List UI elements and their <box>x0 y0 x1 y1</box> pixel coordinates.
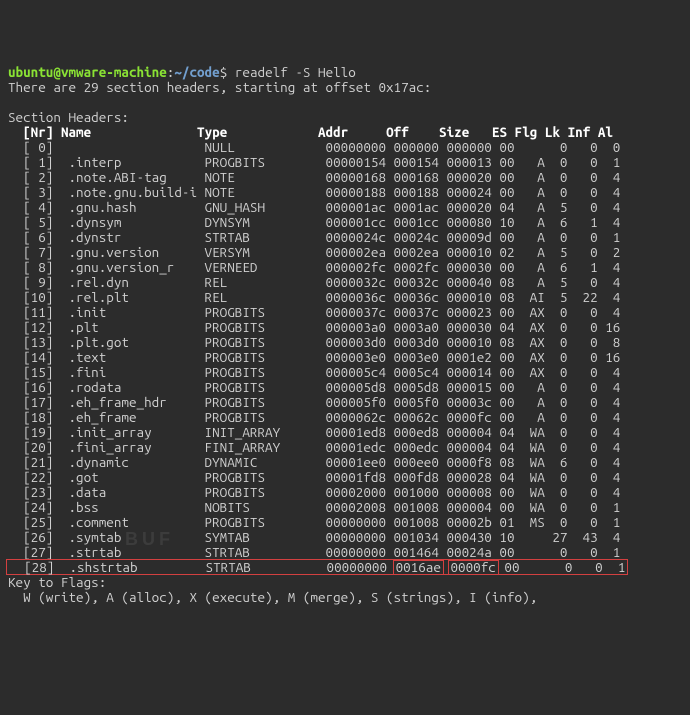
col-es: ES <box>492 124 507 140</box>
prompt-line: ubuntu@vmware-machine:~/code$ readelf -S… <box>8 64 356 80</box>
table-row: [ 7] .gnu.version VERSYM 000002ea 0002ea… <box>8 244 620 260</box>
col-flg: Flg <box>515 124 538 140</box>
col-size: Size <box>439 124 469 140</box>
table-row: [14] .text PROGBITS 000003e0 0003e0 0001… <box>8 349 620 365</box>
table-row: [ 5] .dynsym DYNSYM 000001cc 0001cc 0000… <box>8 214 620 230</box>
hl-size: 0000fc <box>448 560 499 575</box>
table-row: [ 4] .gnu.hash GNU_HASH 000001ac 0001ac … <box>8 199 620 215</box>
key-title: Key to Flags: <box>8 574 106 590</box>
terminal-output: ubuntu@vmware-machine:~/code$ readelf -S… <box>8 65 682 605</box>
table-row: [23] .data PROGBITS 00002000 001000 0000… <box>8 484 620 500</box>
table-row: [10] .rel.plt REL 0000036c 00036c 000010… <box>8 289 620 305</box>
key-line: W (write), A (alloc), X (execute), M (me… <box>8 589 537 605</box>
col-inf: Inf <box>568 124 591 140</box>
table-row: [16] .rodata PROGBITS 000005d8 0005d8 00… <box>8 379 620 395</box>
col-addr: Addr <box>318 124 348 140</box>
table-row: [11] .init PROGBITS 0000037c 00037c 0000… <box>8 304 620 320</box>
table-row: [13] .plt.got PROGBITS 000003d0 0003d0 0… <box>8 334 620 350</box>
section-rows: [ 0] NULL 00000000 000000 000000 00 0 0 … <box>8 139 626 575</box>
table-row: [19] .init_array INIT_ARRAY 00001ed8 000… <box>8 424 620 440</box>
col-off: Off <box>386 124 409 140</box>
prompt-host: vmware-machine <box>61 64 167 80</box>
summary-line: There are 29 section headers, starting a… <box>8 79 431 95</box>
hl-offset: 0016ae <box>393 560 444 575</box>
section-headers-title: Section Headers: <box>8 109 129 125</box>
col-lk: Lk <box>545 124 560 140</box>
col-al: Al <box>598 124 613 140</box>
col-name: Name <box>61 124 91 140</box>
prompt-at: @ <box>53 64 61 80</box>
table-row: [ 3] .note.gnu.build-i NOTE 00000188 000… <box>8 184 620 200</box>
col-nr: [Nr] <box>23 124 53 140</box>
table-row: [26] .symtab SYMTAB 00000000 001034 0004… <box>8 529 620 545</box>
table-row-highlighted: [28] .shstrtab STRTAB 00000000 0016ae 00… <box>6 559 628 575</box>
table-row: [ 8] .gnu.version_r VERNEED 000002fc 000… <box>8 259 620 275</box>
command-text: readelf -S Hello <box>235 64 356 80</box>
table-row: [ 6] .dynstr STRTAB 0000024c 00024c 0000… <box>8 229 620 245</box>
table-row: [15] .fini PROGBITS 000005c4 0005c4 0000… <box>8 364 620 380</box>
table-row: [18] .eh_frame PROGBITS 0000062c 00062c … <box>8 409 620 425</box>
table-row: [ 2] .note.ABI-tag NOTE 00000168 000168 … <box>8 169 620 185</box>
table-row: [ 1] .interp PROGBITS 00000154 000154 00… <box>8 154 620 170</box>
col-type: Type <box>197 124 227 140</box>
table-row: [22] .got PROGBITS 00001fd8 000fd8 00002… <box>8 469 620 485</box>
table-row: [24] .bss NOBITS 00002008 001008 000004 … <box>8 499 620 515</box>
table-row: [12] .plt PROGBITS 000003a0 0003a0 00003… <box>8 319 620 335</box>
prompt-user: ubuntu <box>8 64 53 80</box>
table-row: [21] .dynamic DYNAMIC 00001ee0 000ee0 00… <box>8 454 620 470</box>
table-row: [25] .comment PROGBITS 00000000 001008 0… <box>8 514 620 530</box>
table-row: [17] .eh_frame_hdr PROGBITS 000005f0 000… <box>8 394 620 410</box>
prompt-path: ~/code <box>174 64 219 80</box>
table-row: [ 0] NULL 00000000 000000 000000 00 0 0 … <box>8 139 620 155</box>
watermark: BUF <box>125 532 174 547</box>
prompt-dollar: $ <box>220 64 228 80</box>
column-headers: [Nr] Name Type Addr Off Size ES Flg Lk I… <box>8 124 613 140</box>
table-row: [27] .strtab STRTAB 00000000 001464 0002… <box>8 544 620 560</box>
table-row: [20] .fini_array FINI_ARRAY 00001edc 000… <box>8 439 620 455</box>
table-row: [ 9] .rel.dyn REL 0000032c 00032c 000040… <box>8 274 620 290</box>
